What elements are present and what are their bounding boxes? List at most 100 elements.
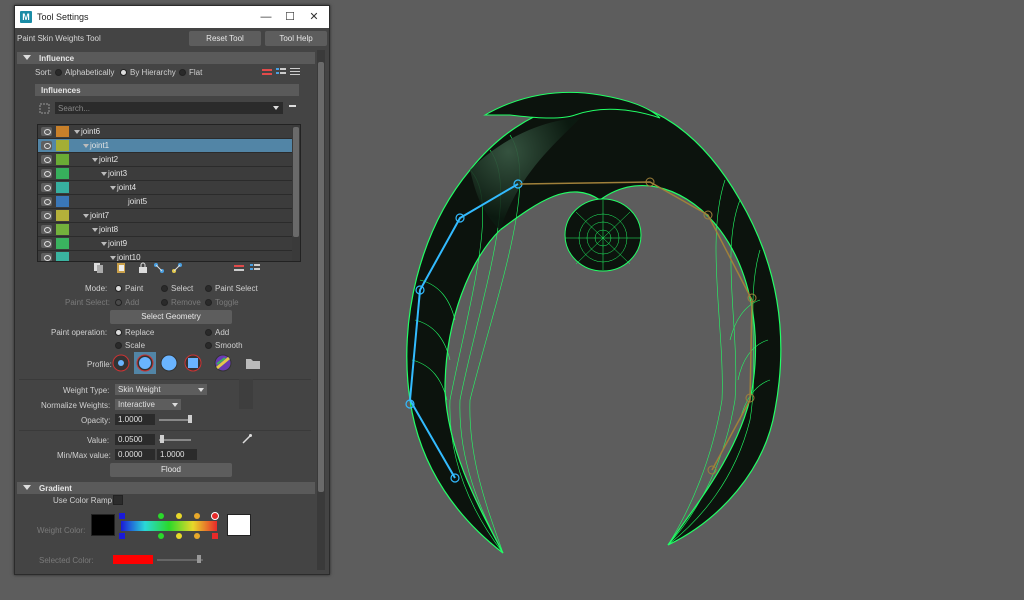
profile-image-icon[interactable] [214,354,232,372]
tree-row-joint10[interactable]: joint10 [38,251,300,261]
list-detail-icon[interactable] [289,66,301,78]
expand-arrow-icon[interactable] [101,172,107,176]
tree-row-joint8[interactable]: joint8 [38,223,300,237]
sort-options-icon[interactable] [261,66,273,78]
use-color-ramp-checkbox[interactable] [113,495,123,505]
sort-list-icon[interactable] [233,262,245,274]
min-value-field[interactable]: 0.0000 [115,449,155,460]
tree-row-joint3[interactable]: joint3 [38,167,300,181]
select-geometry-button[interactable]: Select Geometry [110,310,232,324]
influence-frame-header[interactable]: Influence [17,52,315,64]
expand-arrow-icon[interactable] [110,186,116,190]
reset-tool-button[interactable]: Reset Tool [189,31,261,46]
expand-arrow-icon[interactable] [92,228,98,232]
op-add-radio[interactable] [205,329,212,336]
expand-arrow-icon[interactable] [83,144,89,148]
visibility-icon[interactable] [41,169,52,178]
browse-folder-icon[interactable] [244,354,262,372]
sort-alpha-radio[interactable] [55,69,62,76]
paint-select-add-radio[interactable] [115,299,122,306]
flood-button[interactable]: Flood [110,463,232,477]
visibility-icon[interactable] [41,155,52,164]
tree-row-joint9[interactable]: joint9 [38,237,300,251]
op-replace-radio[interactable] [115,329,122,336]
selected-color-swatch[interactable] [113,555,153,564]
copy-weights-icon[interactable] [93,262,105,274]
mode-select-radio[interactable] [161,285,168,292]
max-value-field[interactable]: 1.0000 [157,449,197,460]
joint-color-swatch[interactable] [56,126,69,137]
search-input[interactable]: Search... [55,102,283,114]
joint-color-swatch[interactable] [56,154,69,165]
opacity-slider-handle[interactable] [188,415,192,423]
tree-row-joint6[interactable]: joint6 [38,125,300,139]
tool-help-button[interactable]: Tool Help [265,31,327,46]
joint-color-swatch[interactable] [56,224,69,235]
joint-color-swatch[interactable] [56,182,69,193]
paste-weights-icon[interactable] [115,262,127,274]
visibility-icon[interactable] [41,253,52,261]
tree-row-joint2[interactable]: joint2 [38,153,300,167]
joint-color-swatch[interactable] [56,140,69,151]
maximize-button[interactable]: ☐ [279,9,301,25]
lock-weights-icon[interactable] [137,262,149,274]
visibility-icon[interactable] [41,225,52,234]
expand-list-icon[interactable] [249,262,261,274]
profile-gaussian-icon[interactable] [112,354,130,372]
mode-paint-select-radio[interactable] [205,285,212,292]
profile-soft-icon[interactable] [136,354,154,372]
select-verts-icon[interactable] [171,262,183,274]
profile-square-icon[interactable] [184,354,202,372]
weight-type-dropdown[interactable]: Skin Weight [115,384,207,395]
scrollbar-thumb[interactable] [318,62,324,492]
tree-scrollbar[interactable] [292,125,300,261]
tree-row-joint4[interactable]: joint4 [38,181,300,195]
list-view-icon[interactable] [275,66,287,78]
paint-select-remove-radio[interactable] [161,299,168,306]
sort-flat-radio[interactable] [179,69,186,76]
op-smooth-radio[interactable] [205,342,212,349]
tree-row-joint7[interactable]: joint7 [38,209,300,223]
opacity-slider[interactable] [159,419,191,421]
visibility-icon[interactable] [41,239,52,248]
search-dropdown-icon[interactable] [273,106,279,110]
tree-row-joint1[interactable]: joint1 [38,139,300,153]
value-slider-handle[interactable] [160,435,164,443]
tree-row-joint5[interactable]: joint5 [38,195,300,209]
visibility-icon[interactable] [41,197,52,206]
filter-icon[interactable] [287,102,299,114]
visibility-icon[interactable] [41,127,52,136]
weight-color-black-swatch[interactable] [91,514,115,536]
influence-tree[interactable]: joint6 joint1 joint2 joint3 joint4 joint… [37,124,301,262]
normalize-weights-dropdown[interactable]: Interactive [115,399,181,410]
minimize-button[interactable]: — [255,9,277,25]
select-icon[interactable] [39,103,51,115]
op-scale-radio[interactable] [115,342,122,349]
gradient-frame-header[interactable]: Gradient [17,482,315,494]
paint-select-toggle-radio[interactable] [205,299,212,306]
expand-arrow-icon[interactable] [110,256,116,260]
tree-scrollbar-thumb[interactable] [293,127,299,237]
joint-color-swatch[interactable] [56,168,69,179]
mode-paint-radio[interactable] [115,285,122,292]
selected-color-slider-handle[interactable] [197,555,201,563]
visibility-icon[interactable] [41,141,52,150]
expand-arrow-icon[interactable] [92,158,98,162]
visibility-icon[interactable] [41,211,52,220]
weight-color-white-swatch[interactable] [227,514,251,536]
close-button[interactable]: ✕ [303,9,325,25]
opacity-field[interactable]: 1.0000 [115,414,155,425]
joint-color-swatch[interactable] [56,252,69,261]
title-bar[interactable]: M Tool Settings — ☐ ✕ [15,6,329,28]
value-field[interactable]: 0.0500 [115,434,155,445]
select-joints-icon[interactable] [153,262,165,274]
visibility-icon[interactable] [41,183,52,192]
profile-solid-icon[interactable] [160,354,178,372]
expand-arrow-icon[interactable] [74,130,80,134]
sort-hierarchy-radio[interactable] [120,69,127,76]
eyedropper-icon[interactable] [241,433,253,445]
joint-color-swatch[interactable] [56,238,69,249]
expand-arrow-icon[interactable] [101,242,107,246]
color-ramp-gradient[interactable] [117,511,223,541]
joint-color-swatch[interactable] [56,196,69,207]
